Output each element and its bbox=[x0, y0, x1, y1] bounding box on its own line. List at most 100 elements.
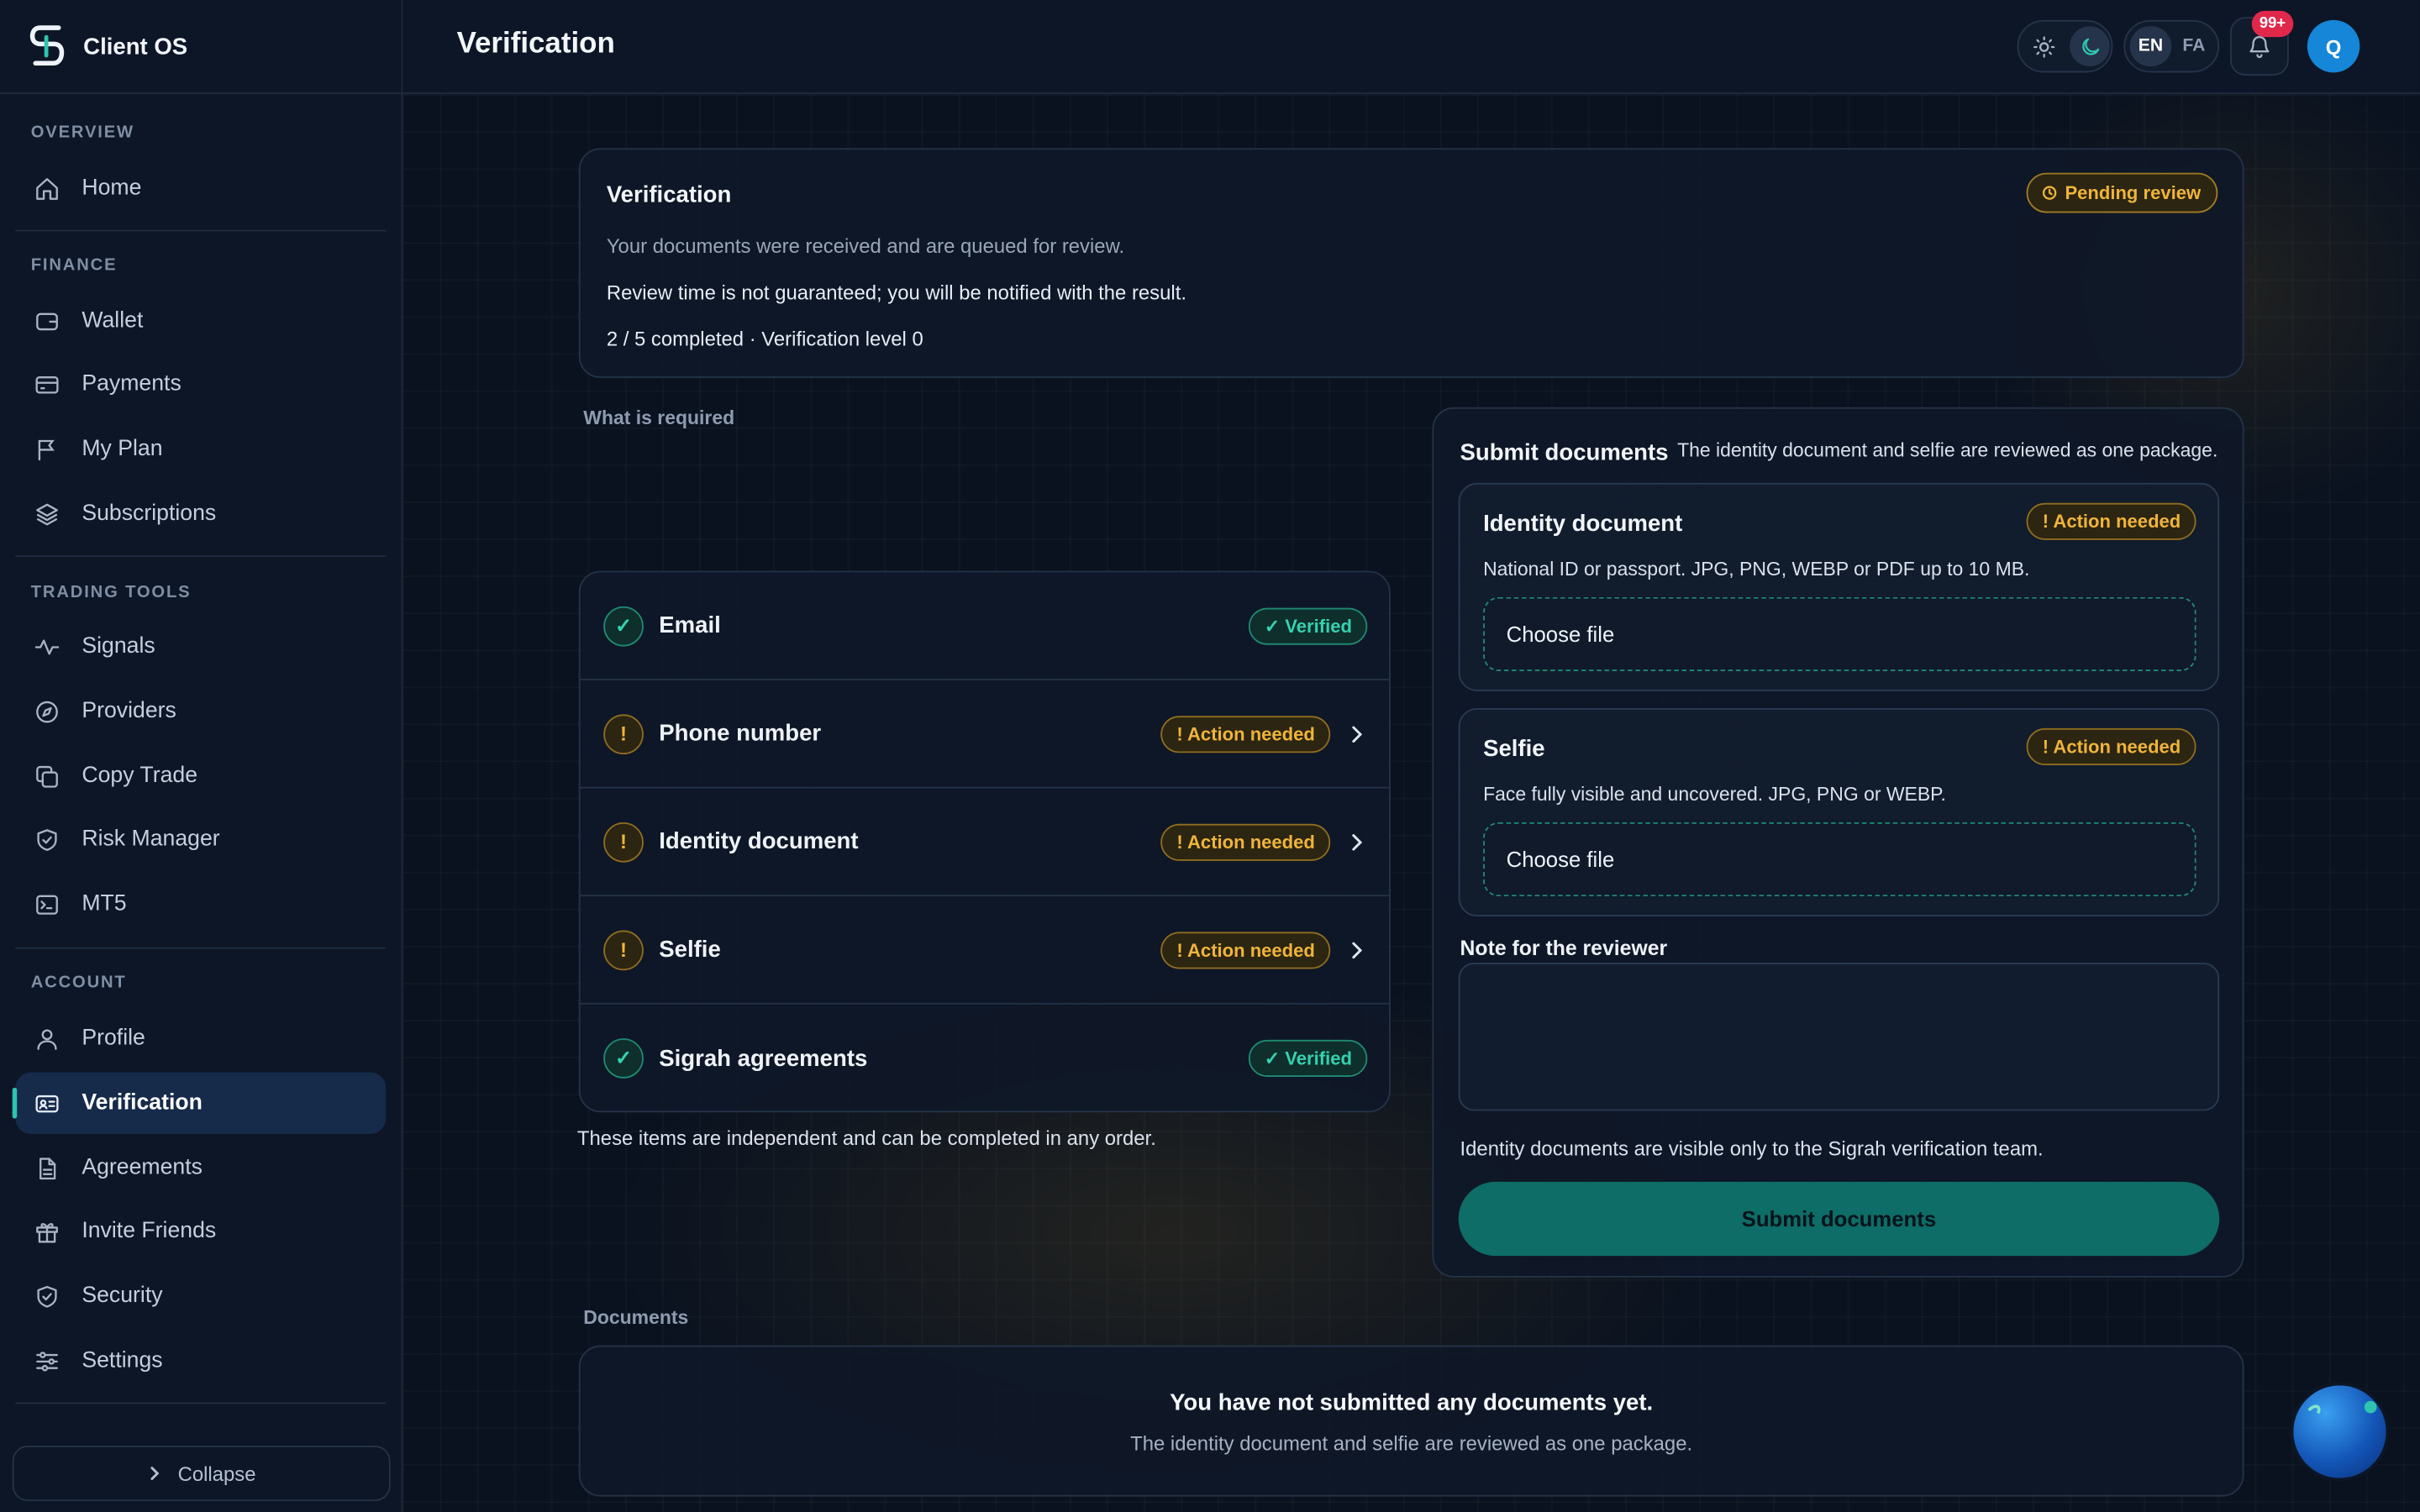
list-item[interactable]: ! Identity document ! Action needed bbox=[580, 789, 1390, 897]
sidebar-item-label: My Plan bbox=[82, 436, 163, 462]
sidebar-item-payments[interactable]: Payments bbox=[15, 354, 386, 415]
sidebar-item-invite-friends[interactable]: Invite Friends bbox=[15, 1200, 386, 1262]
light-theme-button[interactable] bbox=[2023, 26, 2064, 66]
verified-badge: ✓ Verified bbox=[1249, 1039, 1368, 1078]
divider bbox=[15, 947, 387, 949]
sidebar-item-my-plan[interactable]: My Plan bbox=[15, 418, 386, 480]
sidebar-item-security[interactable]: Security bbox=[15, 1265, 386, 1326]
sidebar-item-mt5[interactable]: MT5 bbox=[15, 874, 386, 935]
requirements-list: ✓ Email ✓ Verified ! Phone number ! Acti… bbox=[578, 570, 1391, 1113]
chevron-right-icon[interactable] bbox=[1349, 940, 1364, 958]
submit-documents-button[interactable]: Submit documents bbox=[1458, 1181, 2220, 1257]
action-needed-badge: ! Action needed bbox=[1161, 715, 1331, 753]
credit-card-icon bbox=[35, 375, 59, 393]
activity-icon bbox=[34, 638, 60, 654]
requirement-label: Sigrah agreements bbox=[659, 1045, 868, 1072]
page-root: Client OS OVERVIEW Home FINANCE Wallet P… bbox=[0, 0, 2420, 1512]
sidebar-item-label: Payments bbox=[82, 371, 182, 397]
sidebar-item-label: Wallet bbox=[82, 308, 144, 333]
upload-title: Identity document bbox=[1483, 510, 1683, 538]
sidebar-item-verification[interactable]: Verification bbox=[12, 1072, 387, 1134]
empty-state-title: You have not submitted any documents yet… bbox=[1170, 1389, 1654, 1417]
sidebar-item-label: Providers bbox=[82, 699, 176, 724]
sidebar-item-wallet[interactable]: Wallet bbox=[15, 290, 386, 351]
page-title: Verification bbox=[456, 28, 615, 60]
sidebar-item-label: Invite Friends bbox=[82, 1218, 217, 1244]
divider bbox=[15, 1402, 387, 1404]
globe-widget-button[interactable] bbox=[2290, 1382, 2390, 1482]
lang-en-button[interactable]: EN bbox=[2129, 26, 2172, 66]
document-icon bbox=[39, 1157, 56, 1179]
flag-icon bbox=[38, 438, 55, 460]
sidebar-item-profile[interactable]: Profile bbox=[15, 1007, 386, 1068]
chevron-right-icon bbox=[150, 1467, 160, 1480]
sidebar-item-label: Copy Trade bbox=[82, 764, 198, 789]
sidebar-item-providers[interactable]: Providers bbox=[15, 680, 386, 742]
choose-file-button[interactable]: Choose file bbox=[1483, 596, 2196, 671]
app-name: Client OS bbox=[83, 33, 188, 60]
shield-check-icon bbox=[37, 828, 57, 851]
nav-section-overview: OVERVIEW bbox=[30, 123, 134, 142]
divider bbox=[15, 229, 387, 232]
verified-badge: ✓ Verified bbox=[1249, 606, 1368, 644]
dark-theme-button[interactable] bbox=[2070, 26, 2110, 66]
theme-toggle[interactable] bbox=[2017, 19, 2113, 73]
submit-documents-card: Submit documents The identity document a… bbox=[1432, 407, 2244, 1278]
sidebar-item-label: Settings bbox=[82, 1348, 163, 1373]
action-needed-badge: ! Action needed bbox=[1161, 931, 1331, 969]
note-label: Note for the reviewer bbox=[1460, 936, 1668, 960]
selfie-upload: Selfie ! Action needed Face fully visibl… bbox=[1458, 708, 2220, 916]
sidebar-item-label: MT5 bbox=[82, 891, 127, 916]
sidebar-item-copy-trade[interactable]: Copy Trade bbox=[15, 745, 386, 806]
documents-heading: Documents bbox=[583, 1306, 689, 1329]
nav-section-finance: FINANCE bbox=[30, 255, 118, 275]
action-needed-badge: ! Action needed bbox=[2027, 502, 2196, 540]
clock-icon bbox=[2042, 186, 2057, 200]
upload-description: Face fully visible and uncovered. JPG, P… bbox=[1483, 784, 1946, 806]
sidebar-item-settings[interactable]: Settings bbox=[15, 1330, 386, 1391]
requirement-label: Selfie bbox=[659, 936, 721, 963]
gift-icon bbox=[36, 1222, 58, 1242]
sidebar-item-home[interactable]: Home bbox=[15, 157, 386, 218]
brand[interactable]: Client OS bbox=[0, 0, 402, 95]
requirement-label: Phone number bbox=[659, 720, 822, 747]
shield-icon bbox=[37, 1284, 57, 1307]
verification-summary-card: Verification Pending review Your documen… bbox=[578, 148, 2244, 378]
choose-file-button[interactable]: Choose file bbox=[1483, 822, 2196, 897]
reviewer-note-textarea[interactable] bbox=[1458, 963, 2220, 1111]
copy-icon bbox=[36, 764, 58, 787]
warning-circle-icon: ! bbox=[603, 713, 644, 754]
sidebar-item-label: Security bbox=[82, 1284, 163, 1309]
list-item[interactable]: ! Selfie ! Action needed bbox=[580, 896, 1390, 1005]
privacy-note: Identity documents are visible only to t… bbox=[1460, 1137, 2044, 1161]
check-circle-icon: ✓ bbox=[603, 605, 644, 646]
sidebar-item-label: Profile bbox=[82, 1026, 145, 1051]
chevron-right-icon[interactable] bbox=[1349, 832, 1364, 851]
avatar[interactable]: Q bbox=[2307, 19, 2360, 73]
sidebar-item-label: Agreements bbox=[82, 1155, 203, 1181]
id-card-icon bbox=[35, 1094, 59, 1112]
summary-title: Verification bbox=[606, 181, 732, 208]
status-badge-label: Pending review bbox=[2065, 181, 2202, 204]
requirements-heading: What is required bbox=[583, 407, 735, 429]
identity-document-upload: Identity document ! Action needed Nation… bbox=[1458, 482, 2220, 691]
sidebar-item-subscriptions[interactable]: Subscriptions bbox=[15, 483, 386, 544]
sidebar-item-risk-manager[interactable]: Risk Manager bbox=[15, 808, 386, 869]
sidebar-item-label: Verification bbox=[82, 1090, 203, 1116]
collapse-button[interactable]: Collapse bbox=[12, 1445, 391, 1502]
topbar: Verification EN FA 99+ Q bbox=[402, 0, 2420, 95]
requirement-label: Email bbox=[659, 612, 721, 639]
terminal-icon bbox=[36, 894, 58, 914]
lang-fa-button[interactable]: FA bbox=[2173, 26, 2215, 66]
check-circle-icon: ✓ bbox=[603, 1038, 644, 1079]
upload-title: Selfie bbox=[1483, 736, 1545, 763]
list-item: ✓ Sigrah agreements ✓ Verified bbox=[581, 1005, 1389, 1111]
chevron-right-icon[interactable] bbox=[1349, 724, 1364, 743]
sidebar-item-signals[interactable]: Signals bbox=[15, 616, 386, 677]
sidebar: Client OS OVERVIEW Home FINANCE Wallet P… bbox=[0, 0, 403, 1512]
sidebar-item-agreements[interactable]: Agreements bbox=[15, 1137, 386, 1199]
requirements-note: These items are independent and can be c… bbox=[576, 1126, 1156, 1150]
requirement-label: Identity document bbox=[659, 828, 859, 855]
list-item[interactable]: ! Phone number ! Action needed bbox=[580, 680, 1390, 789]
summary-notice: Review time is not guaranteed; you will … bbox=[606, 281, 1186, 304]
